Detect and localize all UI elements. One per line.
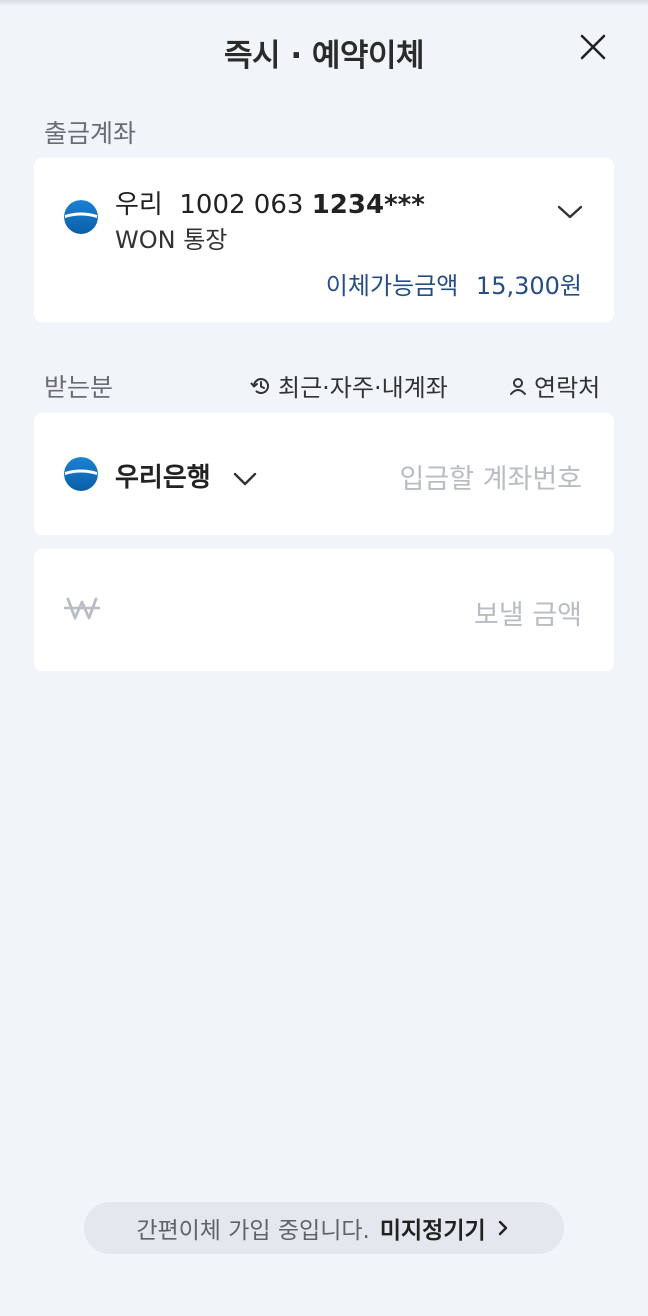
recent-accounts-link[interactable]: 최근·자주·내계좌 [250,368,448,403]
available-balance: 이체가능금액 15,300원 [326,266,582,301]
woori-bank-logo [64,457,98,491]
currency-unit: 원 [559,272,582,300]
amount-card[interactable]: 보낼 금액 [34,549,614,671]
recipient-card: 우리은행 입금할 계좌번호 [34,413,614,535]
withdraw-account-card[interactable]: 우리 1002 063 1234*** WON 통장 이체가능금액 15,300… [34,158,614,322]
recipient-section-label: 받는분 [44,373,114,402]
account-number-suffix: 1234*** [311,190,425,220]
status-shadow [0,0,648,6]
banner-action: 미지정기기 [379,1218,486,1244]
account-number-input[interactable]: 입금할 계좌번호 [400,457,582,496]
transfer-screen: 즉시 · 예약이체 출금계좌 우리 1002 063 1234*** WON 통… [0,0,648,1316]
bank-name-label: 우리은행 [115,463,211,493]
account-number-prefix: 1002 063 [179,190,304,220]
banner-message: 간편이체 가입 중입니다. [136,1218,370,1244]
won-icon [63,593,101,627]
bank-short-name: 우리 [115,190,163,220]
unregistered-device-banner[interactable]: 간편이체 가입 중입니다. 미지정기기 [84,1202,564,1254]
recent-accounts-label: 최근·자주·내계좌 [278,374,448,402]
page-title: 즉시 · 예약이체 [224,38,424,74]
account-number: 우리 1002 063 1234*** [115,184,425,221]
withdraw-section-label: 출금계좌 [44,119,137,148]
person-icon [510,377,526,395]
amount-input[interactable]: 보낼 금액 [474,593,582,632]
woori-bank-logo [64,200,98,234]
bank-select-button[interactable]: 우리은행 [115,457,258,494]
chevron-right-icon [498,1220,507,1236]
chevron-down-icon [233,472,256,485]
available-amount: 15,300 [475,272,560,300]
close-button[interactable] [576,30,610,64]
available-label: 이체가능금액 [325,272,459,300]
history-icon [250,377,269,394]
account-dropdown-button[interactable] [556,202,584,226]
close-icon [580,34,606,60]
contacts-label: 연락처 [534,374,601,402]
contacts-link[interactable]: 연락처 [508,368,600,403]
account-name: WON 통장 [115,226,228,254]
chevron-down-icon [557,205,583,219]
